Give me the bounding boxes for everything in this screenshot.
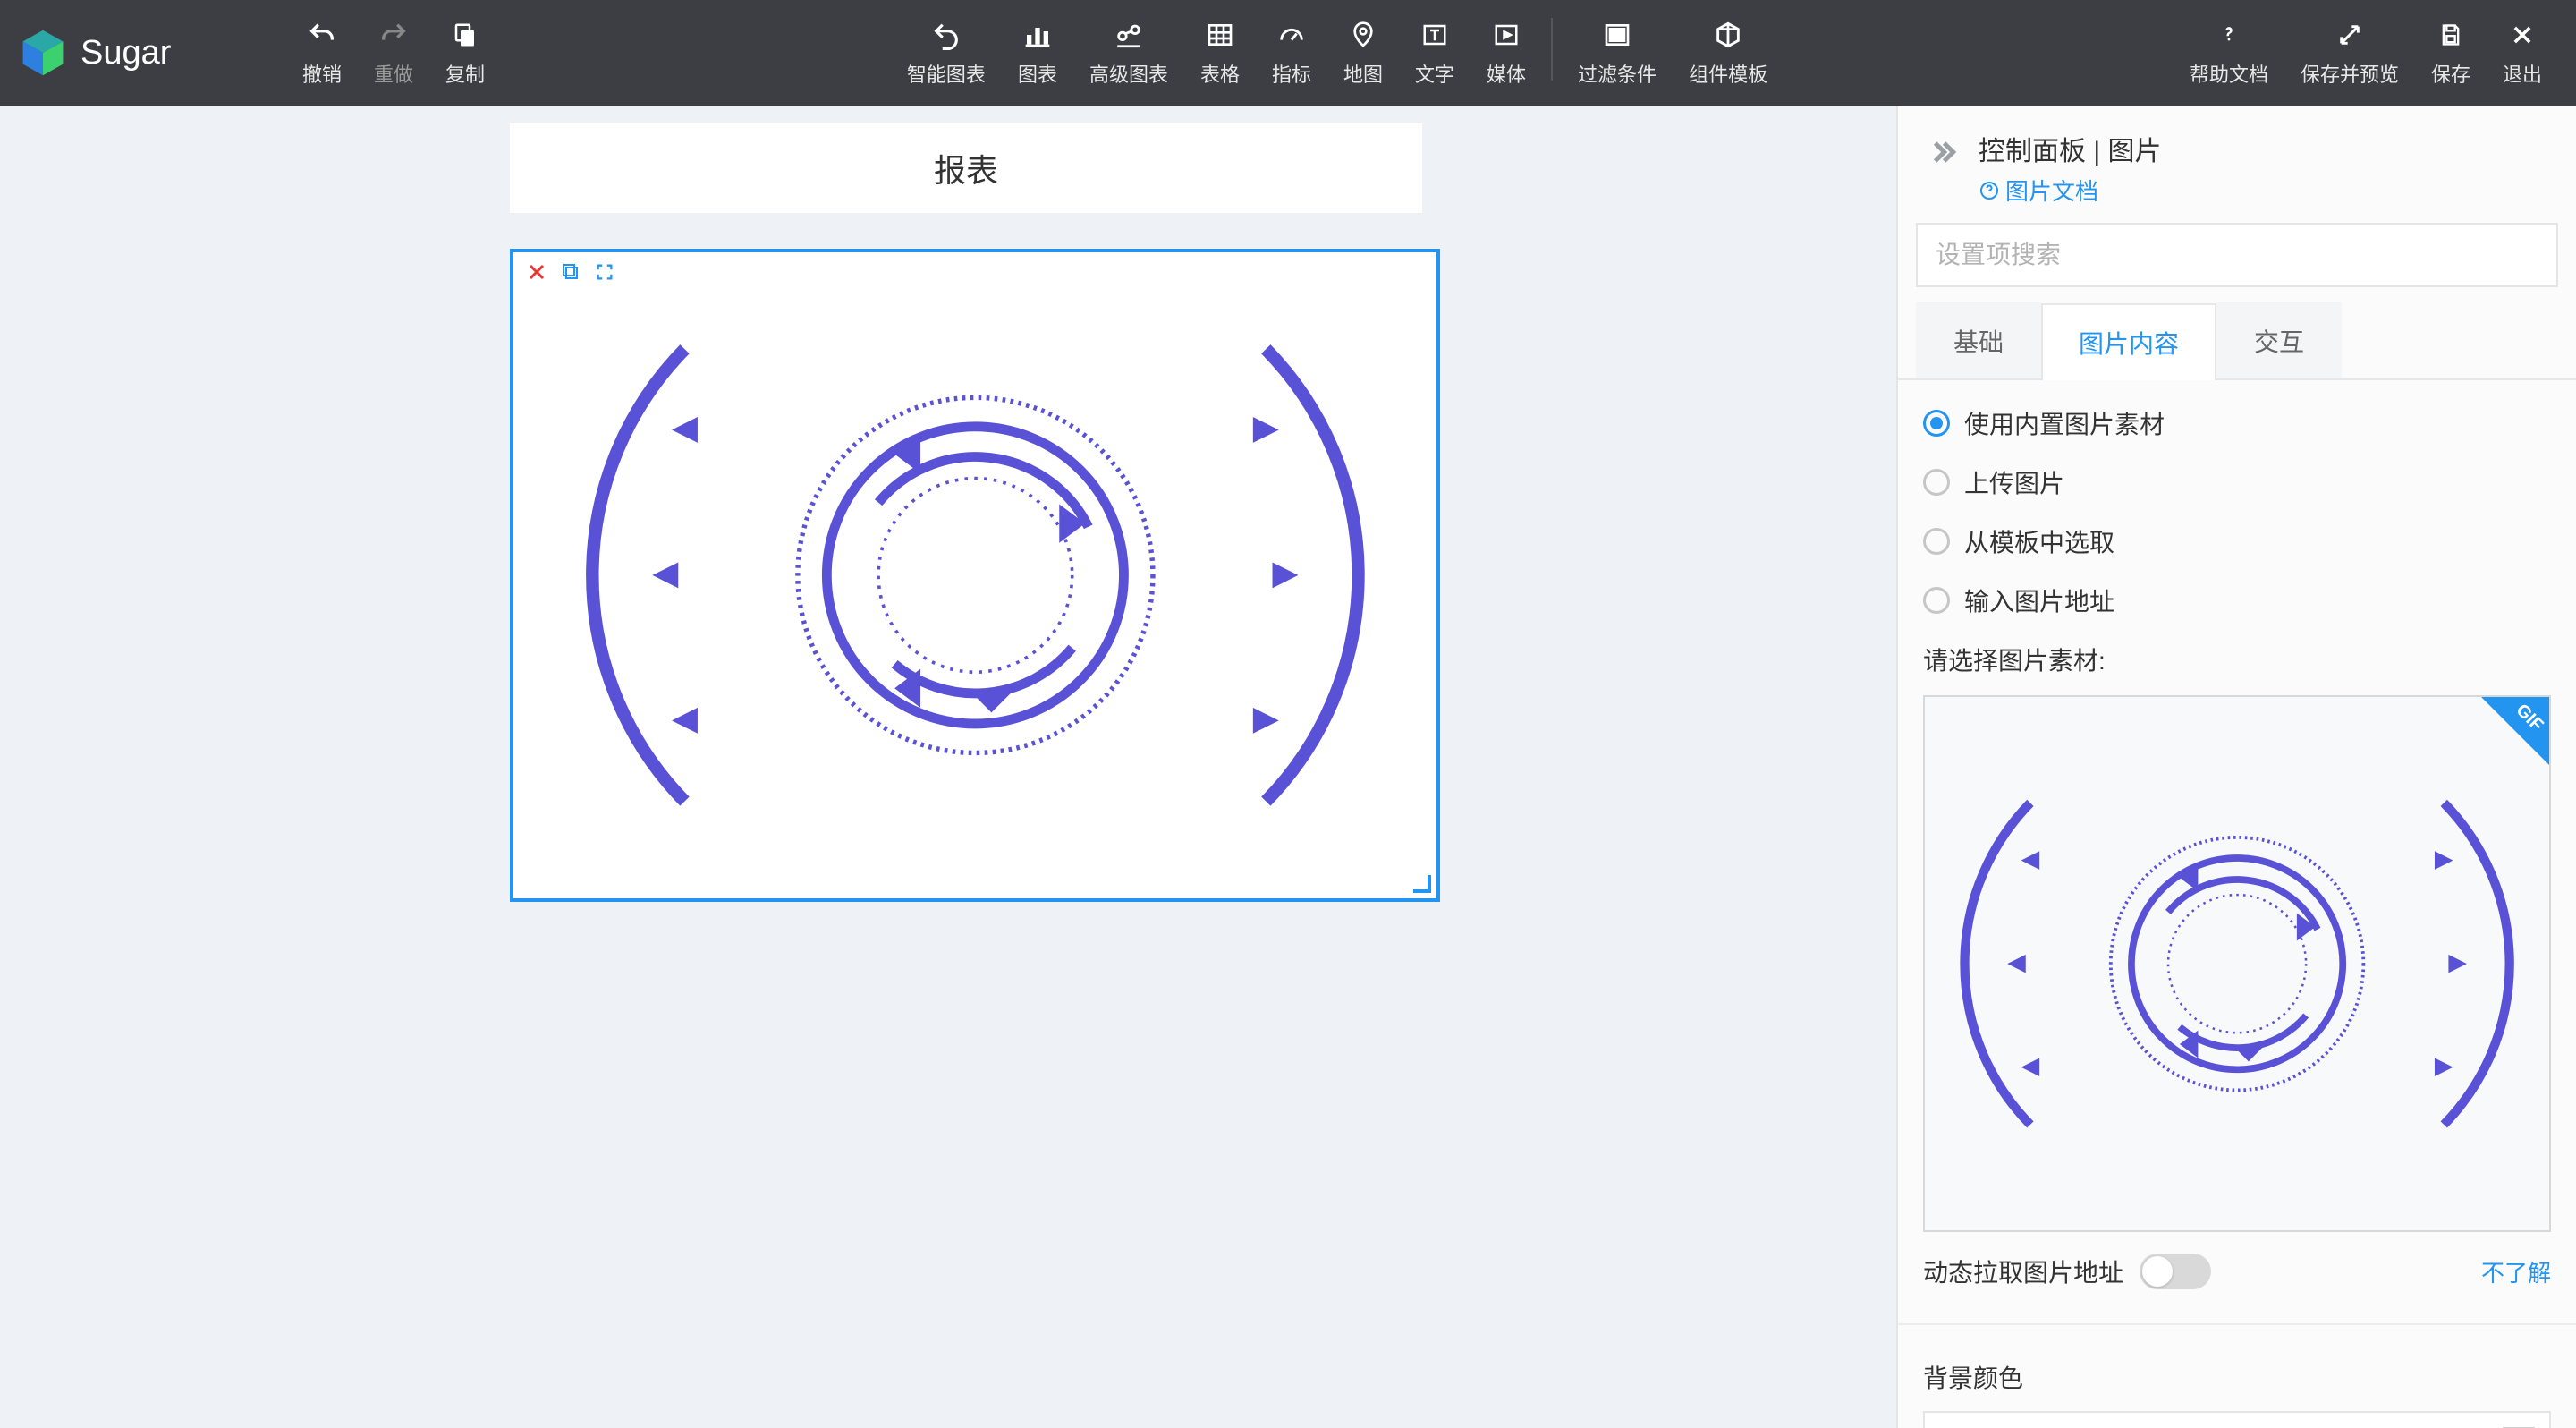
settings-search-input[interactable] <box>1916 223 2558 287</box>
panel-divider <box>1898 1323 2576 1325</box>
table-button[interactable]: 表格 <box>1184 18 1256 88</box>
radio-template[interactable]: 从模板中选取 <box>1923 523 2551 559</box>
right-group: 帮助文档 保存并预览 保存 退出 <box>2174 18 2558 88</box>
panel-tabs: 基础 图片内容 交互 <box>1898 302 2576 380</box>
radio-url[interactable]: 输入图片地址 <box>1923 582 2551 618</box>
resize-handle[interactable] <box>1413 875 1431 893</box>
bg-color-input[interactable]: 请选择颜色 <box>1923 1411 2551 1428</box>
radio-icon <box>1923 469 1950 496</box>
control-panel: 控制面板 | 图片 图片文档 基础 图片内容 交互 使用内置图片素材 上传图片 <box>1896 106 2576 1428</box>
radio-builtin[interactable]: 使用内置图片素材 <box>1923 405 2551 441</box>
app-name: Sugar <box>80 34 171 72</box>
panel-doc-link[interactable]: 图片文档 <box>1979 174 2161 207</box>
table-icon <box>1203 18 1237 52</box>
preview-image <box>1950 718 2524 1209</box>
redo-icon <box>377 18 411 52</box>
history-group: 撤销 重做 复制 <box>286 18 501 88</box>
save-icon <box>2434 18 2468 52</box>
copy-icon <box>448 18 482 52</box>
gif-badge: GIF <box>2481 697 2549 765</box>
media-icon <box>1489 18 1523 52</box>
filter-icon <box>1600 18 1634 52</box>
help-circle-icon <box>1979 180 2000 201</box>
material-preview[interactable]: GIF <box>1923 695 2551 1232</box>
logo-area: Sugar <box>18 28 286 78</box>
panel-header: 控制面板 | 图片 图片文档 <box>1898 106 2576 223</box>
indicator-button[interactable]: 指标 <box>1256 18 1327 88</box>
close-icon <box>2505 18 2539 52</box>
tab-basic[interactable]: 基础 <box>1916 302 2041 378</box>
adv-chart-icon <box>1112 18 1146 52</box>
toolbar-divider <box>1551 18 1553 81</box>
gauge-icon <box>1275 18 1309 52</box>
radio-icon <box>1923 410 1950 437</box>
duplicate-icon[interactable] <box>558 259 583 285</box>
media-button[interactable]: 媒体 <box>1470 18 1542 88</box>
filter-button[interactable]: 过滤条件 <box>1562 18 1673 88</box>
radio-icon <box>1923 528 1950 555</box>
radio-icon <box>1923 587 1950 614</box>
help-button[interactable]: 帮助文档 <box>2174 18 2284 88</box>
adv-chart-button[interactable]: 高级图表 <box>1073 18 1184 88</box>
map-icon <box>1346 18 1380 52</box>
help-icon <box>2212 18 2246 52</box>
redo-button[interactable]: 重做 <box>358 18 429 88</box>
bar-chart-icon <box>1021 18 1055 52</box>
map-button[interactable]: 地图 <box>1327 18 1399 88</box>
component-icon <box>1711 18 1745 52</box>
delete-icon[interactable] <box>524 259 549 285</box>
expand-icon <box>2333 18 2367 52</box>
main-area: 报表 <box>0 106 2576 1428</box>
exit-button[interactable]: 退出 <box>2487 18 2558 88</box>
unknown-link[interactable]: 不了解 <box>2481 1255 2551 1288</box>
search-wrap <box>1898 223 2576 287</box>
collapse-panel-button[interactable] <box>1923 132 1962 172</box>
fullscreen-icon[interactable] <box>592 259 617 285</box>
insert-group: 智能图表 图表 高级图表 表格 指标 地图 文字 媒体 <box>891 18 1784 88</box>
bg-color-label: 背景颜色 <box>1923 1359 2551 1395</box>
report-title[interactable]: 报表 <box>510 123 1422 213</box>
smart-chart-button[interactable]: 智能图表 <box>891 18 1002 88</box>
selection-toolbar <box>524 259 617 285</box>
text-icon <box>1418 18 1452 52</box>
dynamic-url-label: 动态拉取图片地址 <box>1923 1254 2123 1289</box>
undo-button[interactable]: 撤销 <box>286 18 358 88</box>
chart-button[interactable]: 图表 <box>1002 18 1073 88</box>
tab-content[interactable]: 图片内容 <box>2041 303 2216 380</box>
canvas[interactable]: 报表 <box>0 106 1896 1428</box>
tab-interact[interactable]: 交互 <box>2216 302 2342 378</box>
undo-icon <box>305 18 339 52</box>
component-template-button[interactable]: 组件模板 <box>1673 18 1784 88</box>
copy-button[interactable]: 复制 <box>429 18 501 88</box>
save-button[interactable]: 保存 <box>2415 18 2487 88</box>
panel-body: 使用内置图片素材 上传图片 从模板中选取 输入图片地址 请选择图片素材: GIF <box>1898 380 2576 1428</box>
dynamic-url-switch[interactable] <box>2140 1254 2211 1289</box>
smart-chart-icon <box>929 18 963 52</box>
radio-upload[interactable]: 上传图片 <box>1923 464 2551 500</box>
panel-title: 控制面板 | 图片 <box>1979 129 2161 168</box>
text-button[interactable]: 文字 <box>1399 18 1470 88</box>
logo-icon <box>18 28 68 78</box>
top-toolbar: Sugar 撤销 重做 复制 智能图表 图表 高级图表 <box>0 0 2576 106</box>
select-material-label: 请选择图片素材: <box>1923 642 2551 677</box>
save-preview-button[interactable]: 保存并预览 <box>2284 18 2415 88</box>
dynamic-url-row: 动态拉取图片地址 不了解 <box>1923 1254 2551 1289</box>
image-content <box>560 285 1391 866</box>
selected-image-component[interactable] <box>510 249 1440 902</box>
